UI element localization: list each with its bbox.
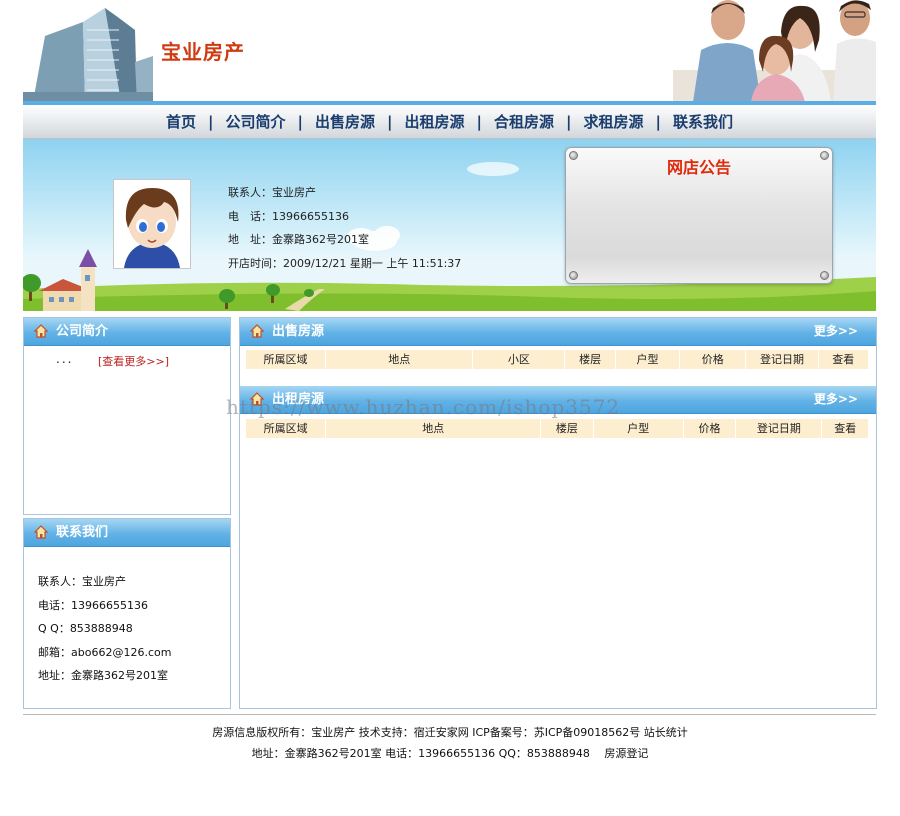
column-header: 户型 bbox=[594, 419, 684, 438]
footer-divider bbox=[23, 714, 876, 715]
rivet-icon bbox=[820, 271, 829, 280]
nav-company-profile[interactable]: 公司简介 bbox=[213, 111, 297, 132]
for-sale-table-header: 所属区域 地点 小区 楼层 户型 价格 登记日期 查看 bbox=[246, 350, 868, 369]
main-nav: 首页 | 公司简介 | 出售房源 | 出租房源 | 合租房源 | 求租房源 | … bbox=[23, 105, 876, 139]
listings-panel bbox=[239, 317, 877, 709]
rivet-icon bbox=[569, 151, 578, 160]
column-header: 登记日期 bbox=[746, 350, 819, 369]
company-profile-header: 公司简介 bbox=[24, 318, 230, 346]
contact-person: 联系人：宝业房产 bbox=[38, 575, 126, 588]
contact-phone: 电话：13966655136 bbox=[38, 598, 148, 612]
column-header: 地点 bbox=[326, 419, 542, 438]
nav-shared-rent[interactable]: 合租房源 bbox=[482, 111, 566, 132]
nav-contact-us[interactable]: 联系我们 bbox=[661, 111, 745, 132]
column-header: 查看 bbox=[834, 422, 857, 435]
nav-home[interactable]: 首页 bbox=[154, 111, 208, 132]
for-sale-more-link[interactable]: 更多>> bbox=[814, 318, 858, 345]
column-header: 户型 bbox=[616, 350, 681, 369]
site-header: 宝业房产 bbox=[23, 0, 876, 102]
home-icon bbox=[250, 324, 264, 338]
column-header: 价格 bbox=[680, 350, 747, 369]
company-profile-title: 公司简介 bbox=[56, 324, 109, 339]
home-icon bbox=[34, 324, 48, 338]
column-header: 价格 bbox=[684, 419, 737, 438]
contact-address: 地 址：金寨路362号201室 bbox=[228, 233, 369, 246]
column-header: 所属区域 bbox=[246, 350, 327, 369]
column-header: 小区 bbox=[473, 350, 566, 369]
company-profile-panel: 公司简介 bbox=[23, 317, 231, 515]
column-header: 查看 bbox=[832, 353, 855, 366]
notice-title: 网店公告 bbox=[666, 158, 731, 177]
contact-details: 联系人：宝业房产 电话：13966655136 Q Q：853888948 邮箱… bbox=[38, 570, 171, 688]
for-rent-table-header: 所属区域 地点 楼层 户型 价格 登记日期 查看 bbox=[246, 419, 868, 438]
contact-qq: Q Q：853888948 bbox=[38, 622, 133, 635]
contact-person: 联系人：宝业房产 bbox=[228, 186, 316, 199]
column-header: 楼层 bbox=[541, 419, 594, 438]
view-more-link[interactable]: [查看更多>>] bbox=[98, 353, 169, 369]
nav-wanted-rent[interactable]: 求租房源 bbox=[571, 111, 655, 132]
nav-for-rent[interactable]: 出租房源 bbox=[392, 111, 476, 132]
avatar bbox=[113, 179, 191, 269]
contact-us-title: 联系我们 bbox=[56, 525, 109, 540]
for-sale-header: 出售房源 更多>> bbox=[240, 318, 876, 346]
contact-email: 邮箱：abo662@126.com bbox=[38, 645, 172, 659]
column-header: 所属区域 bbox=[246, 419, 327, 438]
footer-address: 地址：金寨路362号201室 电话：13966655136 QQ：8538889… bbox=[251, 747, 649, 760]
for-sale-title: 出售房源 bbox=[272, 324, 325, 339]
rivet-icon bbox=[820, 151, 829, 160]
home-icon bbox=[34, 525, 48, 539]
contact-us-header: 联系我们 bbox=[24, 519, 230, 547]
people-photo bbox=[673, 0, 876, 102]
column-header: 地点 bbox=[326, 350, 474, 369]
site-title: 宝业房产 bbox=[161, 40, 245, 64]
watermark: https://www.huzhan.com/ishop3572 bbox=[226, 395, 621, 419]
nav-for-sale[interactable]: 出售房源 bbox=[303, 111, 387, 132]
contact-phone: 电 话：13966655136 bbox=[228, 209, 349, 223]
column-header: 登记日期 bbox=[736, 419, 823, 438]
shop-contact-info: 联系人：宝业房产 电 话：13966655136 地 址：金寨路362号201室… bbox=[228, 181, 461, 275]
footer-copyright: 房源信息版权所有：宝业房产 技术支持：宿迁安家网 ICP备案号：苏ICP备090… bbox=[212, 726, 688, 739]
column-header: 楼层 bbox=[565, 350, 616, 369]
contact-address: 地址：金寨路362号201室 bbox=[38, 669, 168, 682]
profile-placeholder-dots: ... bbox=[56, 352, 74, 366]
building-image bbox=[23, 0, 153, 102]
shop-banner: 联系人：宝业房产 电 话：13966655136 地 址：金寨路362号201室… bbox=[23, 139, 876, 311]
shop-open-time: 开店时间：2009/12/21 星期一 上午 11:51:37 bbox=[228, 256, 462, 270]
for-rent-more-link[interactable]: 更多>> bbox=[814, 386, 858, 413]
notice-board: 网店公告 bbox=[565, 147, 833, 284]
avatar-image bbox=[114, 180, 190, 268]
rivet-icon bbox=[569, 271, 578, 280]
